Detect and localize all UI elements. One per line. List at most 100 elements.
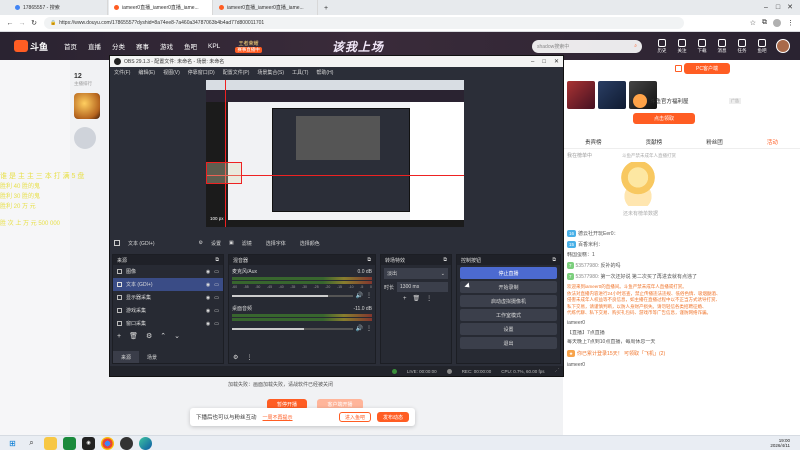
obs-app-icon[interactable]	[120, 436, 133, 450]
back-icon[interactable]: ←	[4, 20, 16, 27]
extensions-icon[interactable]: ⧉	[762, 19, 767, 27]
obs-close-icon[interactable]: ✕	[554, 58, 559, 65]
lock-icon[interactable]: ▭	[214, 308, 219, 314]
exit-button[interactable]: 退出	[460, 337, 557, 349]
fishbar-icon[interactable]: 鱼吧	[752, 38, 772, 54]
volume-slider[interactable]	[232, 294, 353, 297]
add-icon[interactable]: +	[403, 296, 407, 302]
banner-art[interactable]: 该我上场	[332, 38, 384, 55]
taskbar-clock[interactable]: 19:00 2026/4/11	[770, 438, 790, 449]
source-item[interactable]: 显示器采集 ◉ ▭	[113, 291, 223, 304]
chrome-icon[interactable]	[101, 436, 114, 450]
tab-activity[interactable]: 活动	[767, 138, 778, 146]
download-icon[interactable]: 下载	[692, 38, 712, 54]
filter-icon[interactable]: ▣	[229, 240, 234, 246]
preview-selection-box[interactable]	[206, 162, 242, 184]
eye-icon[interactable]: ◉	[206, 308, 210, 314]
windows-icon[interactable]: ⊞	[6, 437, 19, 450]
dock-icon[interactable]: ⧉	[215, 257, 219, 263]
avatar[interactable]	[776, 39, 790, 53]
speaker-icon[interactable]: 🔊	[356, 325, 363, 332]
terminal-icon[interactable]	[63, 436, 76, 450]
tab-contribution[interactable]: 贡献榜	[646, 138, 663, 146]
new-tab-button[interactable]: +	[320, 2, 332, 14]
pc-client-button[interactable]: PC客户端	[684, 62, 730, 74]
file-explorer-icon[interactable]	[44, 436, 57, 450]
ad-button[interactable]: 点击领取	[633, 113, 695, 124]
gear-icon[interactable]: ⚙	[199, 240, 203, 246]
minimize-icon[interactable]: –	[760, 1, 772, 13]
obs-menu-tools[interactable]: 工具(T)	[292, 69, 308, 76]
search-box[interactable]: shadow搜索中 ⌕	[532, 39, 642, 53]
select-font-button[interactable]: 选择字体	[266, 240, 286, 247]
follow-icon[interactable]: 关注	[672, 38, 692, 54]
nav-kpl[interactable]: KPL	[208, 43, 220, 50]
browser-tab-2[interactable]: iameer0直播_iameer0直播_iame...	[109, 0, 213, 15]
nav-games[interactable]: 游戏	[160, 41, 173, 51]
more-icon[interactable]: ⋮	[426, 295, 432, 302]
filters-button[interactable]: 滤镜	[242, 240, 252, 247]
douyu-logo[interactable]: 斗鱼	[14, 40, 48, 53]
obs-menu-help[interactable]: 帮助(H)	[316, 69, 333, 76]
source-item[interactable]: 游戏采集 ◉ ▭	[113, 304, 223, 317]
settings-button[interactable]: 设置	[460, 323, 557, 335]
trash-icon[interactable]: 🗑	[413, 295, 421, 302]
url-field[interactable]: 🔒 https://www.douyu.com/17865557?dyshid=…	[44, 17, 684, 29]
nav-fishbar[interactable]: 鱼吧	[184, 41, 197, 51]
source-item[interactable]: 窗口采集 ◉ ▭	[113, 317, 223, 330]
volume-slider[interactable]	[232, 327, 353, 330]
more-icon[interactable]: ⋮	[246, 354, 252, 361]
message-icon[interactable]: 消息	[712, 38, 732, 54]
gear-icon[interactable]: ⚙	[233, 354, 238, 361]
virtual-camera-button[interactable]: 启动虚拟摄像机	[460, 295, 557, 307]
properties-button[interactable]: 设置	[211, 240, 221, 247]
streamer-avatar-small[interactable]	[74, 127, 96, 149]
search-input[interactable]: shadow搜索中	[537, 43, 569, 50]
tab-scenes[interactable]: 场景	[139, 351, 165, 363]
dock-icon[interactable]: ⧉	[552, 257, 556, 263]
browser-tab-1[interactable]: 17865557 - 搜索	[10, 0, 108, 15]
eye-icon[interactable]: ◉	[206, 282, 210, 288]
obs-maximize-icon[interactable]: □	[542, 59, 546, 65]
tab-vip[interactable]: 贵宾榜	[585, 138, 602, 146]
obs-menu-view[interactable]: 视图(V)	[163, 69, 180, 76]
streamer-avatar[interactable]	[74, 93, 100, 119]
game-thumb-2[interactable]	[598, 81, 626, 109]
menu-icon[interactable]: ⋮	[787, 19, 794, 27]
transition-select[interactable]: 淡出 ⌄	[384, 268, 448, 279]
bookmark-icon[interactable]: ☆	[750, 19, 756, 27]
post-button[interactable]: 发布动态	[377, 412, 409, 422]
edge-icon[interactable]	[139, 436, 152, 450]
history-icon[interactable]: 历史	[652, 38, 672, 54]
tab-fans[interactable]: 粉丝团	[706, 138, 723, 146]
search-icon[interactable]: ⌕	[634, 43, 637, 49]
duration-input[interactable]: 1300 ms	[397, 282, 448, 292]
forward-icon[interactable]: →	[16, 20, 28, 27]
reload-icon[interactable]: ↻	[28, 19, 40, 27]
nav-live[interactable]: 直播	[88, 41, 101, 51]
dock-icon[interactable]: ⧉	[443, 257, 447, 263]
gear-icon[interactable]: ⚙	[146, 332, 152, 340]
source-item[interactable]: 图像 ◉ ▭	[113, 265, 223, 278]
down-icon[interactable]: ⌄	[174, 332, 180, 340]
nav-category[interactable]: 分类	[112, 41, 125, 51]
eye-icon[interactable]: ◉	[206, 269, 210, 275]
banner-badge[interactable]: 王者荣耀 赛事直播中	[235, 40, 262, 53]
browser-tab-3[interactable]: iameer0直播_iameer0直播_iame...	[214, 0, 318, 15]
nav-events[interactable]: 赛事	[136, 41, 149, 51]
close-icon[interactable]: ✕	[784, 1, 796, 13]
source-item[interactable]: 文本 (GDI+) ◉ ▭	[113, 278, 223, 291]
dock-icon[interactable]: ⧉	[367, 257, 371, 263]
obs-preview[interactable]: 100 px	[206, 80, 464, 227]
obs-menu-file[interactable]: 文件(F)	[114, 69, 130, 76]
obs-menu-dock[interactable]: 停靠窗口(D)	[188, 69, 215, 76]
obs-icon[interactable]: ◉	[82, 436, 95, 450]
obs-menu-edit[interactable]: 编辑(E)	[138, 69, 155, 76]
resize-grip-icon[interactable]: ⋰	[555, 368, 560, 374]
eye-icon[interactable]: ◉	[206, 295, 210, 301]
up-icon[interactable]: ⌃	[160, 332, 166, 340]
profile-icon[interactable]	[773, 19, 781, 27]
start-recording-button[interactable]: 开始录制	[460, 281, 557, 293]
speaker-icon[interactable]: 🔊	[356, 292, 363, 299]
obs-minimize-icon[interactable]: –	[531, 59, 534, 65]
